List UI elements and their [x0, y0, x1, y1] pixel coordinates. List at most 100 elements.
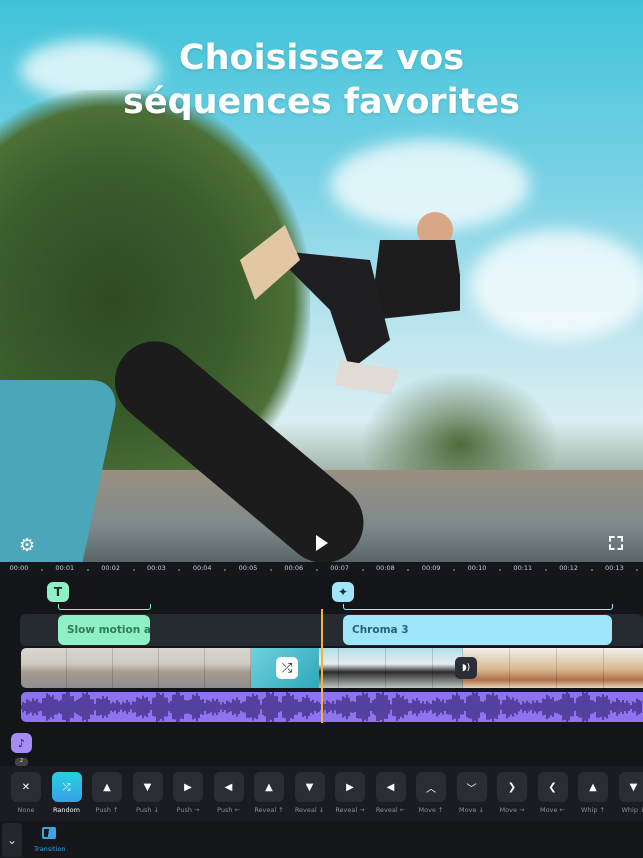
- video-frame: [557, 648, 604, 688]
- time-ruler[interactable]: 00:00 00:01 00:02 00:03 00:04 00:05 00:06 00:07…: [0, 562, 643, 576]
- text-range-bracket: [58, 604, 151, 610]
- video-preview[interactable]: Choisissez vos séquences favorites ⚙: [0, 0, 643, 562]
- time-tick: 00:04: [192, 564, 212, 572]
- tick-dot: [636, 569, 639, 571]
- transition-label: Move ↓: [459, 806, 484, 814]
- time-tick: 00:08: [376, 564, 395, 572]
- transition-push-button[interactable]: ▼: [132, 772, 163, 802]
- tick-dot: [407, 569, 410, 571]
- time-tick: 00:01: [55, 564, 75, 572]
- tick-dot: [499, 569, 501, 571]
- text-icon: T: [53, 585, 63, 599]
- transition-label: Push →: [176, 806, 200, 814]
- shuffle-transition-icon[interactable]: ⤮: [276, 657, 298, 679]
- time-tick: 00:02: [101, 564, 120, 572]
- transition-reveal-button[interactable]: ▲: [254, 772, 284, 802]
- transition-whip-button[interactable]: ▲: [578, 772, 608, 802]
- tick-dot: [132, 569, 135, 571]
- sound-icon[interactable]: ◗): [455, 657, 477, 679]
- transition-move-button[interactable]: ❯: [497, 772, 527, 802]
- tick-dot: [41, 569, 43, 571]
- tick-dot: [590, 569, 593, 571]
- transition-icon[interactable]: [42, 827, 56, 839]
- cloud: [470, 230, 643, 340]
- video-frame: [339, 648, 386, 688]
- transition-label: Random: [53, 806, 80, 814]
- tick-dot: [178, 569, 181, 571]
- tick-dot: [315, 569, 318, 571]
- transition-label: Push ←: [217, 806, 240, 814]
- transition-label: Reveal ←: [375, 806, 406, 814]
- video-frame: [159, 648, 205, 688]
- headline-line-2: séquences favorites: [123, 82, 520, 122]
- music-count-badge: 2: [15, 758, 28, 766]
- transition-push-button[interactable]: ◀: [213, 772, 244, 802]
- time-tick: 00:09: [421, 564, 441, 572]
- transition-random-button[interactable]: ⤮: [51, 772, 82, 802]
- transition-label: Reveal ↑: [254, 806, 284, 814]
- video-track[interactable]: [21, 648, 643, 688]
- tick-dot: [361, 569, 364, 571]
- transition-reveal-button[interactable]: ◀: [375, 772, 406, 802]
- transition-whip-button[interactable]: ▼: [618, 772, 643, 802]
- headline-line-1: Choisissez vos: [178, 38, 465, 78]
- tab-transition[interactable]: Transition: [34, 845, 65, 853]
- transition-reveal-button[interactable]: ▼: [294, 772, 325, 802]
- transition-label: Reveal ↓: [294, 806, 325, 814]
- video-frame: [604, 648, 643, 688]
- tick-dot: [544, 569, 547, 571]
- transition-push-button[interactable]: ▲: [92, 772, 122, 802]
- text-marker[interactable]: T: [47, 582, 69, 602]
- transition-move-button[interactable]: ❮: [537, 772, 568, 802]
- transition-label: Push ↑: [95, 806, 119, 814]
- music-note-icon[interactable]: ♪: [11, 733, 32, 753]
- transition-none-button[interactable]: ✕: [11, 772, 41, 802]
- transition-move-button[interactable]: ︿: [416, 772, 446, 802]
- text-clip-label: Slow motion and: [67, 624, 150, 636]
- transition-picker: ✕ None ⤮ Random ▲ Push ↑ ▼ Push ↓ ▶ Push → ◀ Push ←…: [0, 766, 643, 821]
- time-tick: 00:11: [513, 564, 533, 572]
- transition-label: Move →: [499, 806, 525, 814]
- time-tick: 00:03: [147, 564, 166, 572]
- playhead[interactable]: [321, 609, 323, 723]
- bottom-toolbar: ⌄ Transition: [0, 821, 643, 858]
- transition-label: Reveal →: [335, 806, 365, 814]
- time-tick: 00:12: [559, 564, 578, 572]
- gear-icon[interactable]: ⚙: [19, 535, 35, 556]
- headline: Choisissez vos séquences favorites: [0, 36, 643, 124]
- transition-label: Whip ↓: [621, 806, 643, 814]
- transition-move-button[interactable]: ﹀: [456, 772, 487, 802]
- time-tick: 00:13: [605, 564, 624, 572]
- audio-track[interactable]: [21, 692, 643, 722]
- transition-label: Move ←: [540, 806, 565, 814]
- time-tick: 00:06: [284, 564, 304, 572]
- transition-label: Move ↑: [418, 806, 444, 814]
- tick-dot: [270, 569, 272, 571]
- effect-range-bracket: [343, 604, 613, 610]
- video-frame: [67, 648, 113, 688]
- time-tick: 00:10: [467, 564, 487, 572]
- tick-dot: [86, 569, 89, 571]
- video-frame: [113, 648, 159, 688]
- chevron-down-icon[interactable]: ⌄: [2, 823, 22, 857]
- transition-label: Push ↓: [136, 806, 159, 814]
- transition-label: Whip ↑: [581, 806, 605, 814]
- transition-label: None: [17, 806, 35, 814]
- tick-dot: [224, 569, 227, 571]
- time-tick: 00:07: [330, 564, 349, 572]
- transition-reveal-button[interactable]: ▶: [335, 772, 365, 802]
- transition-push-button[interactable]: ▶: [173, 772, 203, 802]
- effect-clip-label: Chroma 3: [352, 624, 409, 636]
- time-tick: 00:00: [9, 564, 29, 572]
- effect-clip[interactable]: Chroma 3: [343, 615, 612, 645]
- magic-wand-icon[interactable]: ✦: [332, 582, 354, 602]
- play-icon[interactable]: [316, 535, 328, 551]
- video-frame: [205, 648, 251, 688]
- video-frame: [21, 648, 67, 688]
- time-tick: 00:05: [238, 564, 258, 572]
- audio-waveform: [21, 692, 642, 722]
- video-frame: [386, 648, 433, 688]
- video-frame: [510, 648, 557, 688]
- tick-dot: [453, 569, 456, 571]
- text-clip[interactable]: Slow motion and: [58, 615, 150, 645]
